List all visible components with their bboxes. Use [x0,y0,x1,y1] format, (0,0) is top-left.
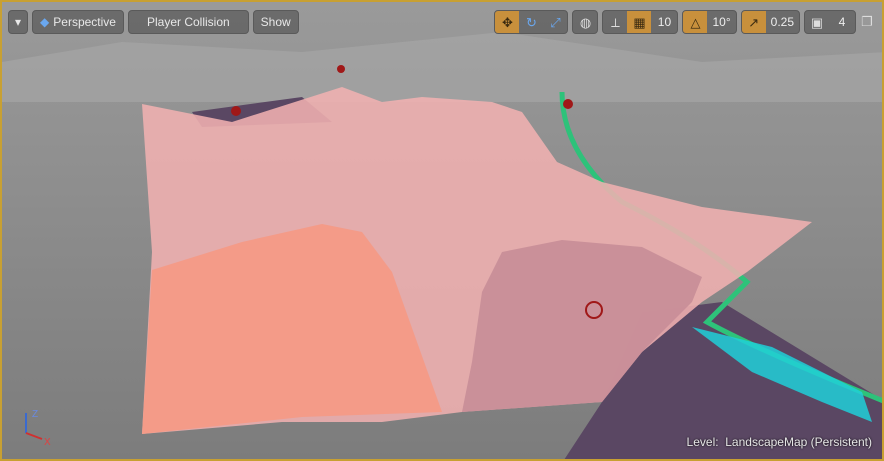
level-label: Level: [686,435,719,449]
perspective-label: Perspective [53,14,116,29]
level-indicator: Level: LandscapeMap (Persistent) [687,435,872,449]
rotation-snap-value[interactable]: 10° [707,11,735,33]
scale-snap-group: ↗ 0.25 [740,9,800,34]
translate-icon[interactable]: ✥ [495,10,520,33]
angle-icon[interactable]: △ [683,10,708,33]
actor-marker-icon[interactable] [231,106,241,116]
toolbar-right: ✥ ↻ ⤢ ◍ ⟂ ▦ 10 △ 10° ↗ 0.25 ▣ 4 ❐ [494,9,874,34]
viewport[interactable]: ▾ ◆ Perspective Player Collision Show ✥ ↻… [0,0,884,461]
grid-icon[interactable]: ▦ [627,10,652,33]
show-button[interactable]: Show [252,9,299,34]
x-axis-label: X [44,437,51,445]
view-mode-button[interactable]: Player Collision [127,9,249,34]
camera-speed-group: ▣ 4 [804,9,856,34]
z-axis-label: Z [32,409,38,420]
view-mode-label: Player Collision [146,14,230,29]
dropdown-icon: ▾ [15,14,22,29]
actor-marker-icon[interactable] [337,65,345,73]
actor-marker-icon[interactable] [563,99,573,109]
scale-icon[interactable]: ⤢ [543,11,567,33]
rotate-icon[interactable]: ↻ [519,11,543,33]
perspective-button[interactable]: ◆ Perspective [32,9,124,34]
grid-snap-value[interactable]: 10 [651,11,677,33]
show-label: Show [260,14,291,29]
maximize-icon[interactable]: ❐ [860,10,874,34]
scale-snap-value[interactable]: 0.25 [766,11,799,33]
perspective-icon: ◆ [40,14,50,29]
camera-speed-value[interactable]: 4 [829,11,855,33]
grid-snap-group: ⟂ ▦ 10 [602,9,679,34]
camera-speed-icon[interactable]: ▣ [805,11,829,33]
scale-snap-icon[interactable]: ↗ [741,10,766,33]
axis-gizmo: Z X [25,409,51,445]
x-axis-line [25,432,43,440]
transform-group: ✥ ↻ ⤢ [494,9,569,34]
world-local-icon[interactable]: ◍ [573,11,597,33]
toolbar-left: ▾ ◆ Perspective Player Collision Show [8,9,299,34]
rotation-snap-group: △ 10° [682,9,737,34]
surface-snap-icon[interactable]: ⟂ [603,11,627,33]
viewport-options-button[interactable]: ▾ [8,9,29,34]
landscape-scene[interactable] [2,2,884,461]
level-name: LandscapeMap (Persistent) [725,435,872,449]
